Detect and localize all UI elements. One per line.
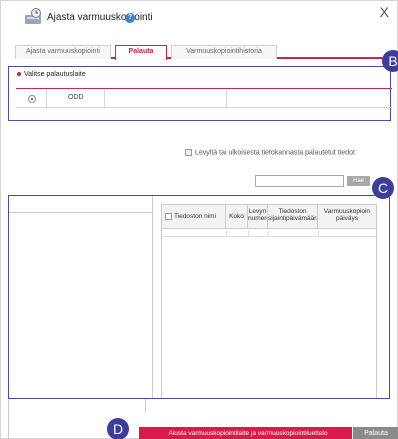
- restore-device-heading-text: Valitse palautuslaite: [24, 71, 86, 78]
- file-list: Tiedoston nimi Koko Levyn numero Tiedost…: [161, 204, 377, 398]
- tab-schedule-backup[interactable]: Ajasta varmuuskopiointi: [15, 45, 111, 59]
- callout-badge-d: D: [107, 418, 129, 439]
- column-disc-number[interactable]: Levyn numero: [248, 205, 268, 229]
- checkbox-icon[interactable]: [185, 149, 192, 156]
- window-title: Ajasta varmuuskopiointi: [47, 12, 153, 23]
- row-divider: [318, 230, 319, 237]
- restore-button[interactable]: Palauta: [352, 427, 398, 439]
- device-row[interactable]: ODD: [16, 88, 392, 109]
- column-backup-date[interactable]: Varmuuskopioin päiväys: [318, 205, 376, 229]
- search-input[interactable]: [255, 175, 344, 187]
- column-size[interactable]: Koko: [226, 205, 248, 229]
- device-row-divider: [104, 89, 105, 109]
- callout-badge-c: C: [372, 177, 394, 199]
- column-file-name[interactable]: Tiedoston nimi: [162, 205, 226, 229]
- backup-schedule-window: Ajasta varmuuskopiointi ? X Ajasta varmu…: [0, 0, 398, 439]
- file-browser-panel: Tiedoston nimi Koko Levyn numero Tiedost…: [8, 195, 390, 399]
- search-button[interactable]: Hae: [347, 176, 370, 186]
- device-row-divider: [226, 89, 227, 109]
- device-radio[interactable]: [28, 95, 36, 103]
- file-list-header: Tiedoston nimi Koko Levyn numero Tiedost…: [162, 205, 376, 229]
- external-db-checkbox-label: Levyltä tai ulkoisesta tietokannasta pal…: [195, 149, 355, 157]
- select-all-checkbox[interactable]: [165, 213, 172, 220]
- device-row-divider: [46, 89, 47, 109]
- folder-tree[interactable]: [9, 196, 153, 398]
- row-divider: [268, 230, 269, 237]
- restore-device-heading: Valitse palautuslaite: [17, 71, 86, 78]
- folder-tree-header: [9, 204, 153, 213]
- row-divider: [226, 230, 227, 237]
- tab-backup-history[interactable]: Varmuuskopiointihistoria: [171, 45, 277, 59]
- external-db-checkbox[interactable]: Levyltä tai ulkoisesta tietokannasta pal…: [185, 149, 355, 156]
- help-icon[interactable]: ?: [125, 13, 135, 23]
- table-row: [162, 230, 376, 237]
- title-bar: Ajasta varmuuskopiointi ? X: [1, 1, 397, 35]
- divider: [145, 399, 146, 413]
- tab-restore[interactable]: Palauta: [115, 45, 167, 60]
- column-file-name-label: Tiedoston nimi: [174, 213, 217, 221]
- tab-bar: Ajasta varmuuskopiointi Palauta Varmuusk…: [15, 45, 385, 60]
- reset-backup-device-button[interactable]: Alusta varmuuskopiointilaite ja varmuusk…: [139, 427, 357, 439]
- divider: [8, 399, 9, 439]
- row-divider: [248, 230, 249, 237]
- bullet-icon: [17, 72, 21, 77]
- callout-badge-b: B: [382, 50, 398, 72]
- column-file-location-date[interactable]: Tiedoston sijaintipäivämäärä: [268, 205, 318, 229]
- close-button[interactable]: X: [380, 4, 389, 20]
- file-list-body: [162, 230, 376, 400]
- restore-device-panel: Valitse palautuslaite ODD: [8, 66, 392, 121]
- backup-schedule-icon: [25, 8, 41, 24]
- device-name: ODD: [68, 94, 84, 101]
